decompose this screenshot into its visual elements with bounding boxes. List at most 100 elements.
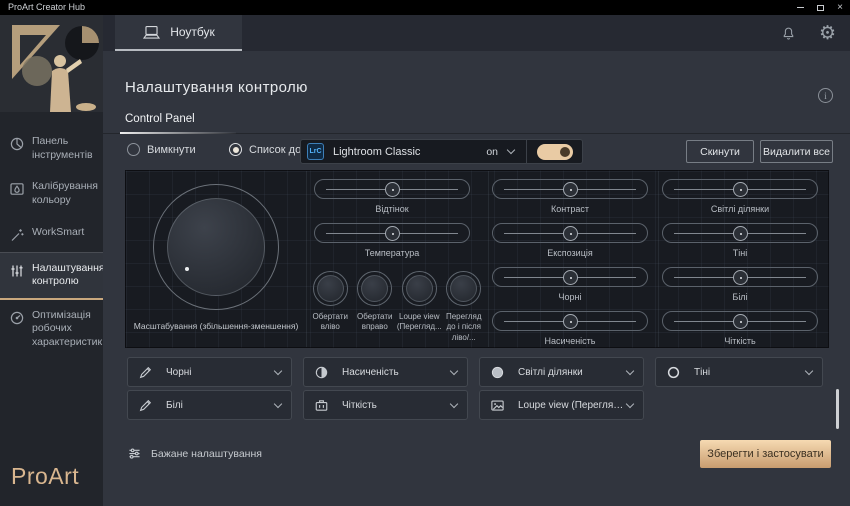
- minimize-icon: [797, 7, 804, 8]
- tab-laptop[interactable]: Ноутбук: [115, 15, 242, 51]
- app-name: Lightroom Classic: [333, 146, 486, 158]
- tab-strip: Control Panel: [103, 110, 850, 134]
- slider-thumb[interactable]: [733, 314, 748, 329]
- sidebar-item-dashboard[interactable]: Панель інструментів: [0, 126, 103, 171]
- slider-label: Температура: [314, 248, 470, 258]
- dropdown-shadows[interactable]: Тіні: [655, 357, 823, 387]
- dashboard-icon: [9, 136, 25, 152]
- tab-control-panel[interactable]: Control Panel: [125, 113, 195, 125]
- knob-rotate-left[interactable]: Обертати вліво: [308, 271, 353, 343]
- slider-label: Світлі ділянки: [662, 204, 818, 214]
- dropdown-clarity[interactable]: Чіткість: [303, 390, 468, 420]
- chevron-down-icon: [450, 399, 458, 407]
- dropdown-whites[interactable]: Білі: [127, 390, 292, 420]
- slider-thumb[interactable]: [563, 226, 578, 241]
- dropdown-blacks[interactable]: Чорні: [127, 357, 292, 387]
- control-mapping-panel: Масштабування (збільшення-зменшення) Від…: [125, 170, 829, 348]
- dropdown-label: Білі: [166, 400, 275, 411]
- vertical-scrollbar[interactable]: [836, 389, 839, 429]
- slider-saturation[interactable]: Насиченість: [492, 311, 648, 355]
- preferred-settings-label: Бажане налаштування: [151, 448, 262, 460]
- app-toggle[interactable]: [526, 140, 582, 163]
- sidebar-item-label: Оптимізація робочих характеристик: [32, 309, 102, 350]
- chevron-down-icon: [805, 366, 813, 374]
- column-divider: [488, 171, 489, 347]
- slider-shadows[interactable]: Тіні: [662, 223, 818, 267]
- slider-highlights[interactable]: Світлі ділянки: [662, 179, 818, 223]
- app-state-value: on: [486, 146, 498, 158]
- bell-icon[interactable]: [780, 24, 797, 42]
- minimize-button[interactable]: [790, 0, 810, 15]
- preferred-settings[interactable]: Бажане налаштування: [127, 446, 262, 461]
- chevron-down-icon: [507, 146, 515, 154]
- slider-thumb[interactable]: [733, 270, 748, 285]
- dropdown-label: Насиченість: [342, 367, 451, 378]
- maximize-icon: [817, 5, 824, 11]
- column-divider: [658, 171, 659, 347]
- knob-face: [317, 275, 344, 302]
- saturation-icon: [314, 365, 329, 380]
- knob-face: [361, 275, 388, 302]
- chevron-down-icon: [626, 366, 634, 374]
- radio-selected-icon: [229, 143, 242, 156]
- slider-whites[interactable]: Білі: [662, 267, 818, 311]
- control-sliders-icon: [9, 263, 25, 279]
- slider-label: Насиченість: [492, 336, 648, 346]
- knob-rotate-right[interactable]: Обертати вправо: [353, 271, 398, 343]
- knob-row: Обертати вліво Обертати вправо Loupe vie…: [308, 271, 486, 343]
- slider-thumb[interactable]: [385, 226, 400, 241]
- gear-icon[interactable]: ⚙: [819, 24, 836, 43]
- slider-label: Чорні: [492, 292, 648, 302]
- maximize-button[interactable]: [810, 0, 830, 15]
- slider-clarity[interactable]: Чіткість: [662, 311, 818, 355]
- laptop-icon: [142, 25, 161, 40]
- dropdown-highlights[interactable]: Світлі ділянки: [479, 357, 644, 387]
- dropdown-label: Тіні: [694, 367, 806, 378]
- knob-label: Обертати вліво: [307, 312, 353, 333]
- dropdown-label: Світлі ділянки: [518, 367, 627, 378]
- sidebar-item-color-calibration[interactable]: Калібрування кольору: [0, 171, 103, 216]
- radio-disable[interactable]: Вимкнути: [127, 143, 196, 156]
- zoom-dial[interactable]: [153, 184, 279, 310]
- delete-all-button[interactable]: Видалити все: [760, 140, 833, 163]
- knob-label: Обертати вправо: [352, 312, 398, 333]
- preferences-sliders-icon: [127, 446, 142, 461]
- slider-label: Контраст: [492, 204, 648, 214]
- chevron-down-icon: [626, 399, 634, 407]
- save-apply-button[interactable]: Зберегти і застосувати: [700, 440, 831, 468]
- slider-thumb[interactable]: [733, 226, 748, 241]
- close-button[interactable]: ×: [830, 0, 850, 15]
- slider-thumb[interactable]: [563, 182, 578, 197]
- reset-button[interactable]: Скинути: [686, 140, 754, 163]
- slider-hue[interactable]: Відтінок: [314, 179, 470, 223]
- info-icon[interactable]: i: [818, 88, 833, 103]
- toggle-on-icon: [537, 144, 573, 160]
- dropdown-saturation[interactable]: Насиченість: [303, 357, 468, 387]
- slider-temperature[interactable]: Температура: [314, 223, 470, 267]
- sidebar: Панель інструментів Калібрування кольору…: [0, 15, 103, 506]
- title-bar: ProArt Creator Hub ×: [0, 0, 850, 15]
- slider-thumb[interactable]: [385, 182, 400, 197]
- slider-contrast[interactable]: Контраст: [492, 179, 648, 223]
- color-calibration-icon: [9, 181, 25, 197]
- slider-label: Білі: [662, 292, 818, 302]
- knob-face: [406, 275, 433, 302]
- app-select-dropdown[interactable]: LrC Lightroom Classic on: [300, 139, 583, 164]
- content-area: Налаштування контролю i Control Panel Ви…: [103, 51, 850, 506]
- slider-blacks[interactable]: Чорні: [492, 267, 648, 311]
- knob-loupe-view[interactable]: Loupe view (Перегляд...: [397, 271, 442, 343]
- lightroom-classic-icon: LrC: [307, 143, 324, 160]
- image-icon: [490, 398, 505, 413]
- slider-thumb[interactable]: [563, 314, 578, 329]
- proart-artwork: [0, 15, 103, 112]
- sidebar-item-performance-optimization[interactable]: Оптимізація робочих характеристик: [0, 300, 103, 359]
- sidebar-item-control-settings[interactable]: Налаштування контролю: [0, 252, 103, 300]
- slider-exposure[interactable]: Експозиція: [492, 223, 648, 267]
- slider-label: Експозиція: [492, 248, 648, 258]
- slider-thumb[interactable]: [563, 270, 578, 285]
- sidebar-item-worksmart[interactable]: WorkSmart: [0, 217, 103, 252]
- slider-thumb[interactable]: [733, 182, 748, 197]
- sidebar-item-label: WorkSmart: [32, 226, 84, 240]
- dropdown-loupe-view[interactable]: Loupe view (Перегляд під лупою): [479, 390, 644, 420]
- knob-before-after-view[interactable]: Перегляд до і після ліво/...: [442, 271, 487, 343]
